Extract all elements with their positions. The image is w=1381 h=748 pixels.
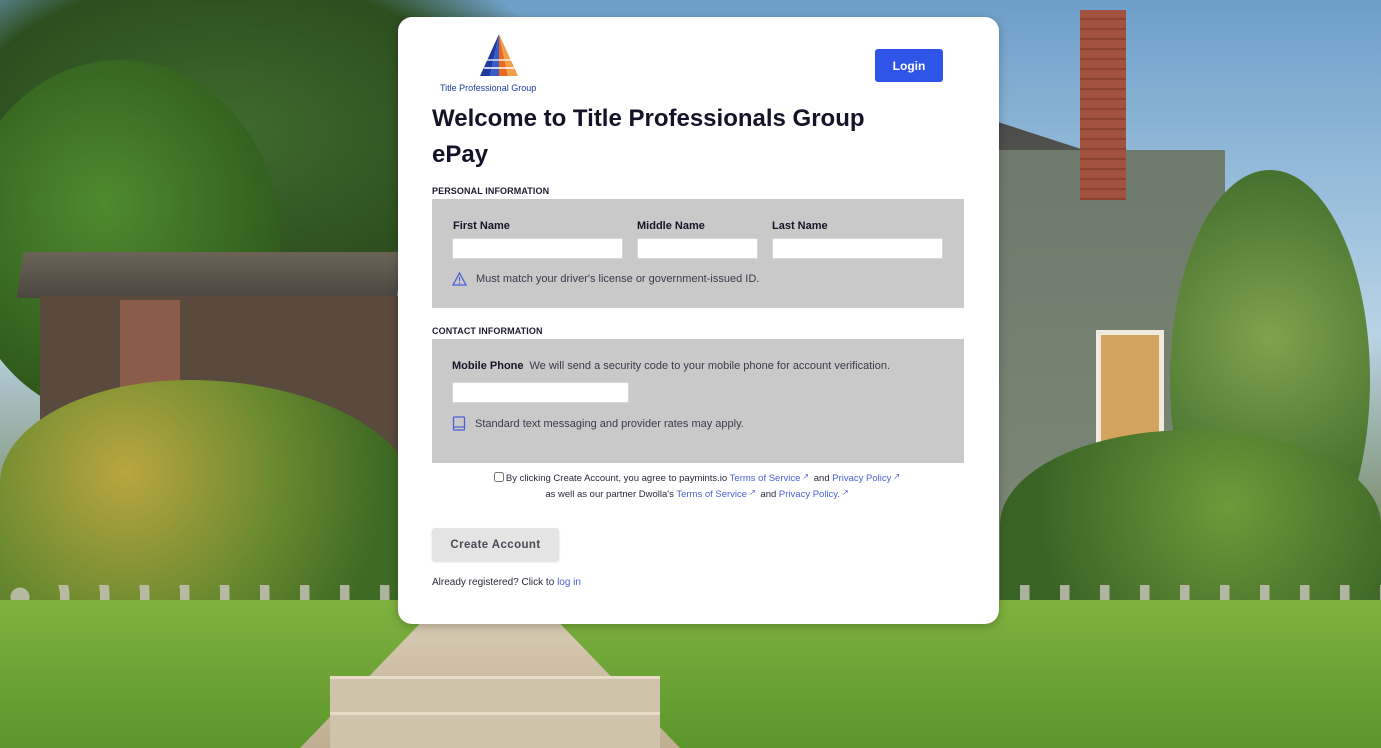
company-logo: Title Professional Group [440, 32, 560, 98]
agreement-text-1: By clicking Create Account, you agree to… [505, 473, 728, 484]
mobile-phone-description: We will send a security code to your mob… [529, 360, 891, 372]
mobile-label-row: Mobile Phone We will send a security code… [452, 360, 890, 372]
paymints-terms-link[interactable]: Terms of Service [730, 473, 801, 484]
terms-checkbox[interactable] [493, 472, 504, 482]
agreement-line-1: By clicking Create Account, you agree to… [432, 470, 964, 486]
bg-roof-left [16, 252, 404, 298]
bg-chimney [1080, 10, 1126, 200]
logo-text: Title Professional Group [440, 83, 537, 93]
bg-step [330, 712, 660, 748]
middle-name-input[interactable] [637, 238, 758, 259]
external-link-icon: ↗ [893, 472, 901, 481]
agreement-and-1: and [813, 473, 830, 484]
login-button[interactable]: Login [875, 49, 943, 82]
id-note-text: Must match your driver's license or gove… [476, 273, 760, 285]
middle-name-label: Middle Name [637, 220, 705, 232]
registration-card: Title Professional Group Login Welcome t… [398, 17, 999, 624]
warning-icon [452, 272, 467, 286]
already-registered-text: Already registered? Click to [432, 577, 555, 588]
last-name-input[interactable] [772, 238, 943, 259]
logo-mark-icon [480, 34, 518, 76]
external-link-icon: ↗ [841, 488, 849, 497]
mobile-phone-input[interactable] [452, 382, 629, 403]
phone-icon [452, 416, 466, 431]
bg-step [330, 676, 660, 713]
external-link-icon: ↗ [802, 472, 810, 481]
agreement-text-2: as well as our partner Dwolla's [545, 489, 674, 500]
mobile-phone-label: Mobile Phone [452, 360, 524, 372]
external-link-icon: ↗ [749, 488, 756, 497]
terms-agreement: By clicking Create Account, you agree to… [432, 470, 964, 502]
already-registered: Already registered? Click to log in [432, 577, 581, 588]
personal-section-label: PERSONAL INFORMATION [432, 186, 550, 196]
personal-info-panel: First Name Middle Name Last Name Must ma… [432, 199, 964, 308]
first-name-input[interactable] [452, 238, 623, 259]
rates-note-text: Standard text messaging and provider rat… [475, 417, 744, 430]
login-link[interactable]: log in [557, 577, 581, 588]
agreement-line-2: as well as our partner Dwolla's Terms of… [432, 486, 964, 502]
contact-section-label: CONTACT INFORMATION [432, 326, 543, 336]
last-name-label: Last Name [772, 220, 828, 232]
id-note: Must match your driver's license or gove… [452, 272, 759, 286]
dwolla-terms-link[interactable]: Terms of Service [676, 489, 747, 500]
create-account-button[interactable]: Create Account [432, 528, 559, 561]
paymints-privacy-link[interactable]: Privacy Policy [832, 473, 891, 484]
dwolla-privacy-link[interactable]: Privacy Policy. [779, 489, 840, 500]
contact-info-panel: Mobile Phone We will send a security code… [432, 339, 964, 463]
agreement-and-2: and [760, 489, 777, 500]
page-title: Welcome to Title Professionals Group ePa… [432, 105, 865, 168]
first-name-label: First Name [453, 220, 510, 232]
rates-note: Standard text messaging and provider rat… [452, 416, 744, 431]
